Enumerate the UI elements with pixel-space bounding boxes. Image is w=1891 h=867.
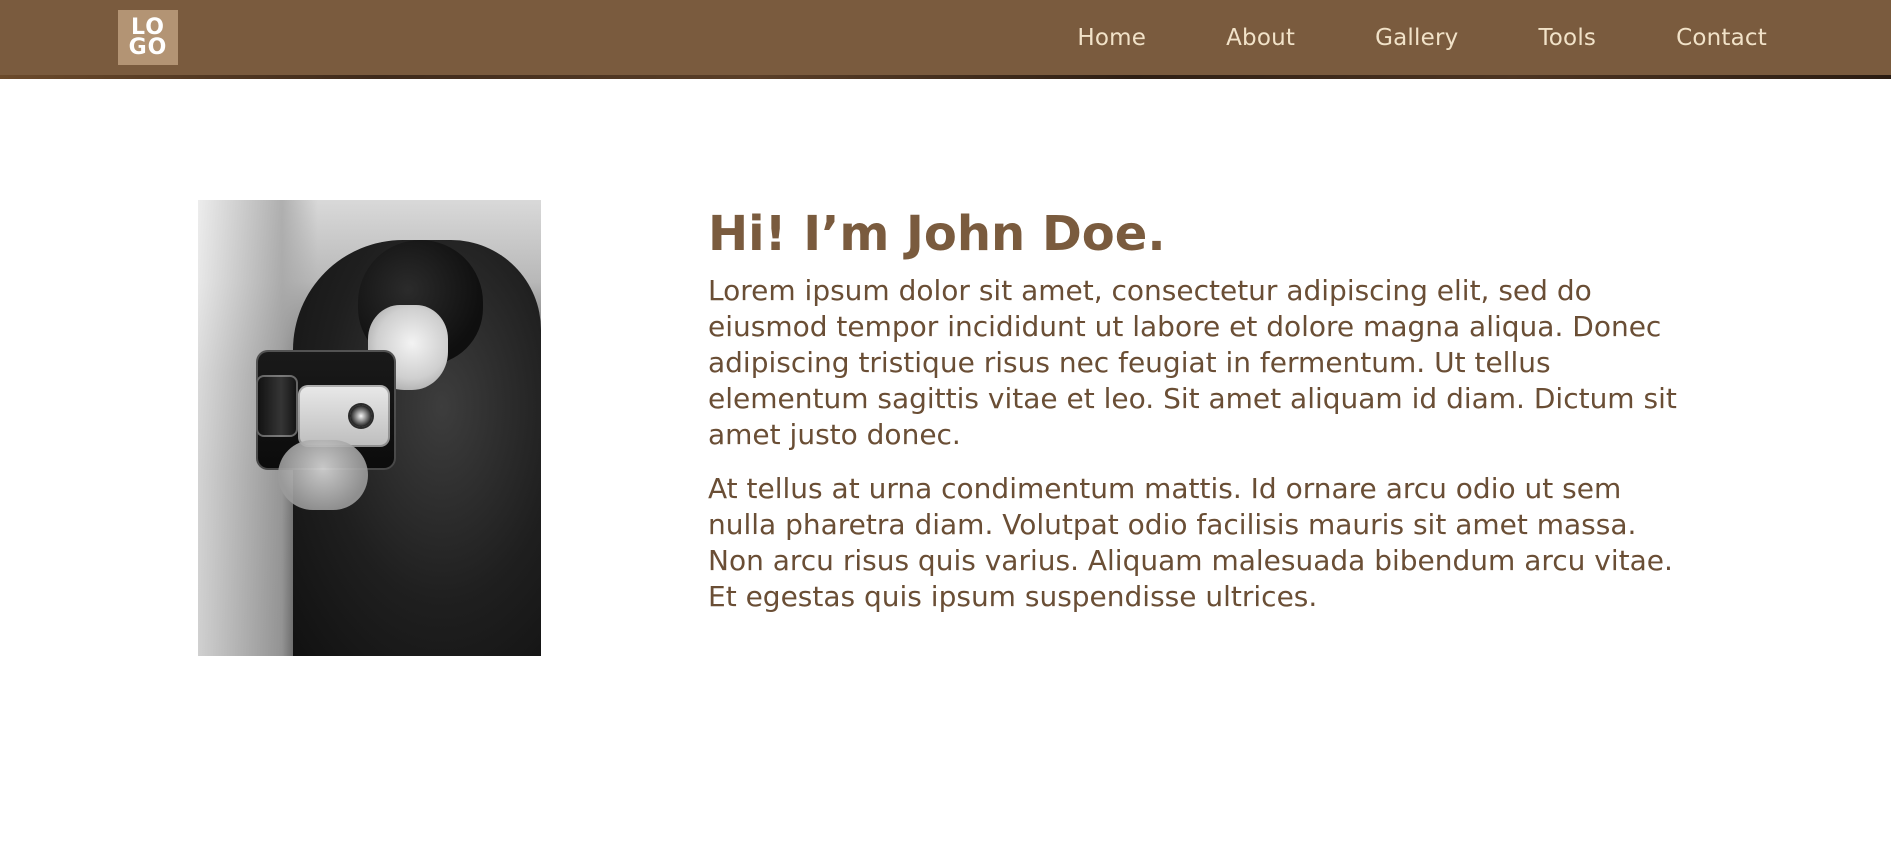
intro-text: Hi! I’m John Doe. Lorem ipsum dolor sit …: [708, 200, 1708, 633]
logo-icon[interactable]: LO GO: [118, 10, 178, 65]
nav-contact-link[interactable]: Contact: [1676, 25, 1767, 51]
nav-gallery-link[interactable]: Gallery: [1375, 25, 1458, 51]
intro-paragraph-2: At tellus at urna condimentum mattis. Id…: [708, 471, 1673, 613]
main-nav: Home About Gallery Tools Contact: [1077, 0, 1767, 75]
photo-camera-plate: [298, 385, 390, 447]
photo-hand: [278, 440, 368, 510]
photo-camera-dial: [350, 405, 372, 427]
intro-paragraph-1: Lorem ipsum dolor sit amet, consectetur …: [708, 273, 1677, 451]
nav-tools-link[interactable]: Tools: [1538, 25, 1596, 51]
nav-home-link[interactable]: Home: [1077, 25, 1146, 51]
top-navbar: LO GO Home About Gallery Tools Contact: [0, 0, 1891, 79]
nav-about-link[interactable]: About: [1226, 25, 1295, 51]
logo-line-2: GO: [128, 34, 168, 60]
photo-camera-lens: [256, 375, 298, 437]
page-title: Hi! I’m John Doe.: [708, 206, 1166, 262]
profile-photo: [198, 200, 541, 656]
